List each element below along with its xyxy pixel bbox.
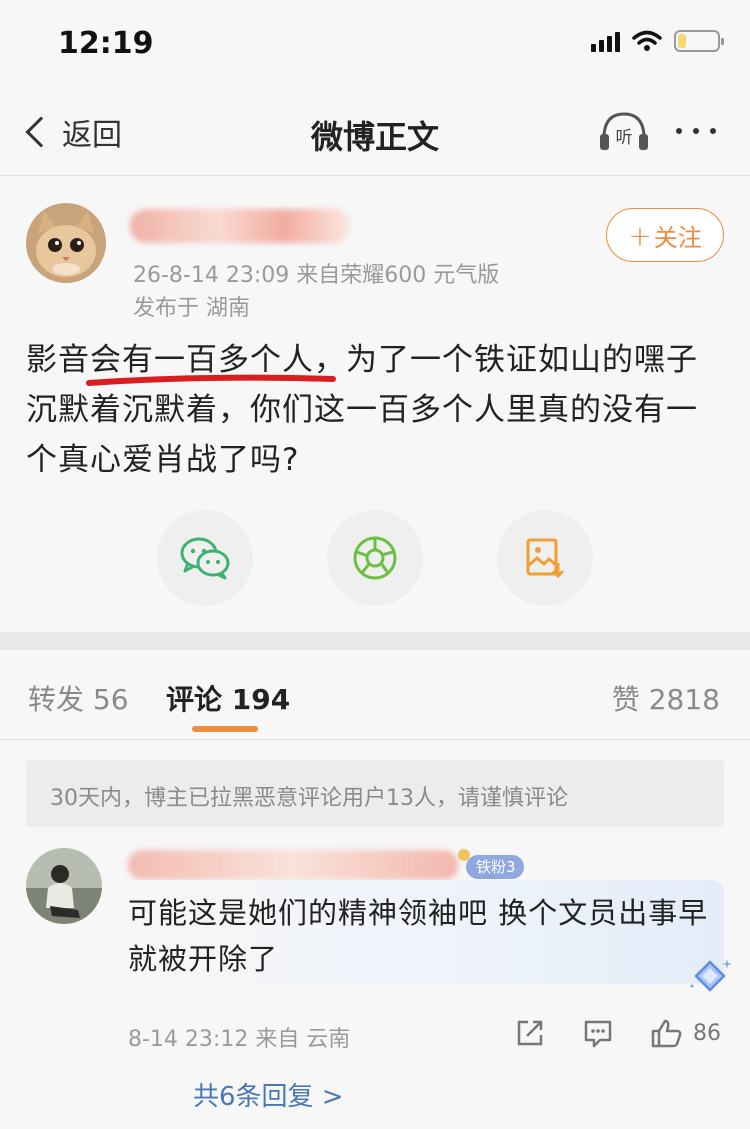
nav-bar: 返回 微博正文 听 — [0, 88, 750, 176]
commenter-avatar[interactable] — [26, 848, 102, 924]
status-icons — [591, 30, 724, 52]
fan-badge: 铁粉3 — [458, 849, 524, 879]
post-card: 26-8-14 23:09 来自荣耀600 元气版 发布于 湖南 + 关注 影音… — [0, 177, 750, 632]
wifi-icon — [632, 30, 662, 51]
more-options-icon[interactable] — [676, 128, 716, 134]
battery-icon — [674, 30, 724, 52]
commenter-photo-icon — [26, 848, 102, 924]
reply-comment-icon[interactable] — [583, 1018, 613, 1048]
follow-button[interactable]: + 关注 — [606, 208, 724, 262]
author-name-redacted[interactable] — [130, 209, 350, 243]
section-divider — [0, 632, 750, 650]
view-replies-link[interactable]: 共6条回复 > — [193, 1076, 344, 1113]
status-bar: 12:19 — [0, 0, 750, 88]
plus-icon: + — [628, 218, 652, 252]
active-tab-indicator — [192, 726, 258, 732]
comment-meta: 8-14 23:12 来自 云南 — [128, 1027, 351, 1052]
tab-comment[interactable]: 评论 194 — [166, 678, 290, 718]
post-tabs: 转发 56 评论 194 赞 2818 — [0, 650, 750, 740]
status-time: 12:19 — [58, 26, 154, 61]
comment-like-count: 86 — [693, 1021, 721, 1046]
battery-level — [678, 34, 686, 48]
share-comment-icon[interactable] — [515, 1018, 545, 1048]
wechat-icon — [180, 537, 230, 580]
comment-notice: 30天内，博主已拉黑恶意评论用户13人，请谨慎评论 — [26, 760, 724, 827]
post-content: 影音会有一百多个人，为了一个铁证如山的嘿子沉默着沉默着，你们这一百多个人里真的没… — [26, 342, 698, 478]
tab-like[interactable]: 赞 2818 — [612, 678, 720, 718]
save-image-button[interactable] — [497, 510, 593, 606]
red-underline-annotation — [86, 374, 336, 386]
like-comment-icon[interactable] — [650, 1018, 684, 1048]
commenter-name-redacted[interactable] — [128, 850, 458, 880]
listen-label: 听 — [616, 128, 633, 148]
signal-icon — [591, 30, 620, 52]
share-wechat-button[interactable] — [157, 510, 253, 606]
share-moments-button[interactable] — [327, 510, 423, 606]
listen-headphones-icon[interactable]: 听 — [598, 108, 650, 156]
follow-label: 关注 — [653, 223, 702, 252]
tab-repost[interactable]: 转发 56 — [28, 678, 129, 718]
author-avatar[interactable] — [26, 203, 106, 283]
moments-icon — [353, 536, 397, 580]
save-image-icon — [526, 538, 565, 579]
comment-text: 可能这是她们的精神领袖吧 换个文员出事早就被开除了 — [128, 896, 709, 976]
diamond-sparkle-icon — [690, 959, 732, 992]
post-location: 发布于 湖南 — [133, 296, 250, 321]
post-time-source: 26-8-14 23:09 来自荣耀600 元气版 — [133, 263, 500, 288]
cat-avatar-icon — [26, 203, 106, 283]
